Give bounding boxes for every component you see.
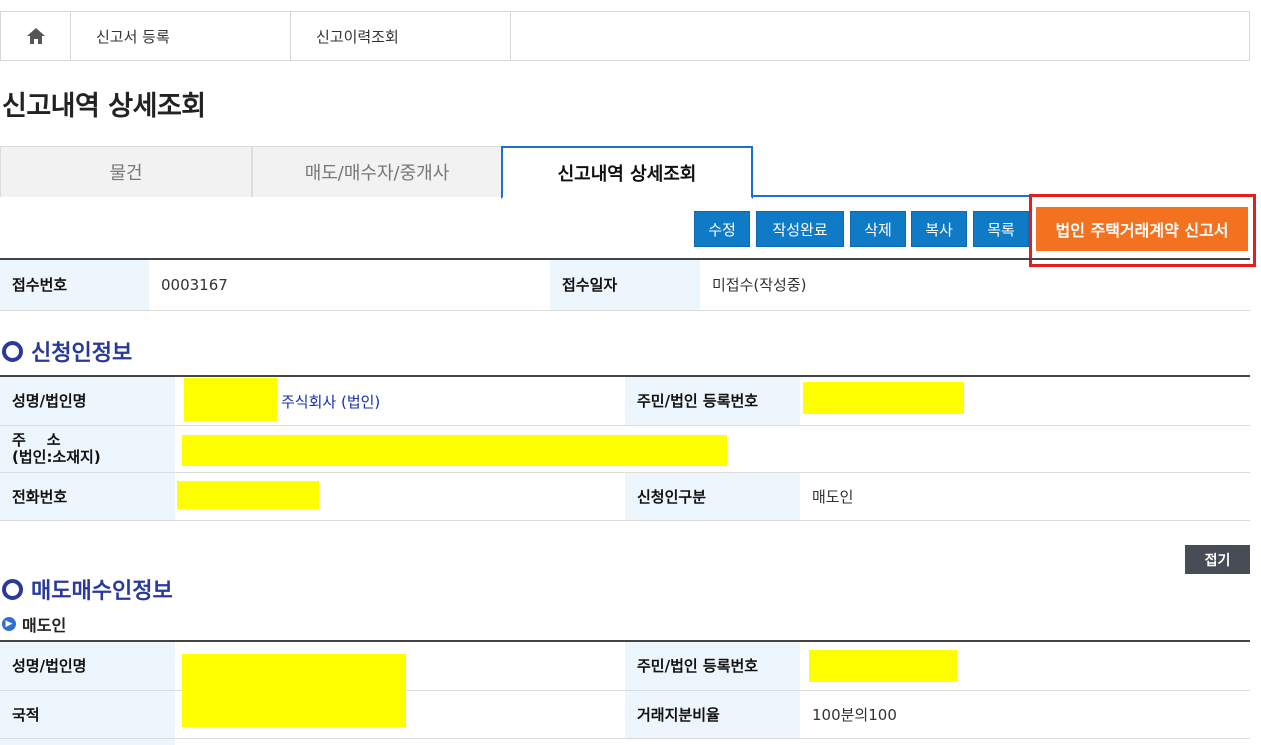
- addr-label-line1: 주 소: [12, 430, 61, 449]
- applicant-section-title: 신청인정보: [2, 335, 132, 367]
- delete-button[interactable]: 삭제: [850, 211, 906, 247]
- list-button[interactable]: 목록: [973, 211, 1029, 247]
- receipt-table: 접수번호 0003167 접수일자 미접수(작성중): [0, 258, 1250, 311]
- edit-button[interactable]: 수정: [694, 211, 750, 247]
- applicant-reg-label: 주민/법인 등록번호: [625, 375, 800, 426]
- tab-bar: 물건 매도/매수자/중개사 신고내역 상세조회: [0, 146, 1250, 199]
- seller-label: 매도인: [22, 616, 67, 635]
- complete-button[interactable]: 작성완료: [756, 211, 844, 247]
- nav-report-history[interactable]: 신고이력조회: [291, 12, 511, 60]
- receipt-number-label: 접수번호: [0, 258, 149, 311]
- trade-title: 매도매수인정보: [31, 579, 173, 604]
- seller-next-value: [175, 738, 1250, 745]
- seller-nation-label: 국적: [0, 690, 175, 739]
- seller-ratio-label: 거래지분비율: [625, 690, 800, 739]
- tab-parties[interactable]: 매도/매수자/중개사: [252, 146, 502, 197]
- seller-ratio-value: 100분의100: [800, 690, 1250, 739]
- receipt-date-label: 접수일자: [550, 258, 700, 311]
- arrow-bullet-icon: ▶: [2, 617, 16, 631]
- fold-button[interactable]: 접기: [1185, 545, 1250, 574]
- applicant-type-value: 매도인: [800, 472, 1250, 521]
- addr-label-line2: (법인:소재지): [12, 447, 101, 466]
- redacted-block: [182, 435, 727, 466]
- trade-section-title: 매도매수인정보: [2, 573, 173, 605]
- applicant-name-label: 성명/법인명: [0, 375, 175, 426]
- applicant-addr-label: 주 소 (법인:소재지): [0, 425, 175, 473]
- copy-button[interactable]: 복사: [911, 211, 967, 247]
- ring-icon: [2, 340, 23, 362]
- home-button[interactable]: [1, 12, 71, 60]
- tab-report-detail[interactable]: 신고내역 상세조회: [501, 146, 753, 199]
- applicant-phone-label: 전화번호: [0, 472, 175, 521]
- seller-reg-label: 주민/법인 등록번호: [625, 640, 800, 691]
- redacted-block: [809, 650, 957, 682]
- receipt-date-value: 미접수(작성중): [700, 258, 1250, 311]
- seller-next-label: [0, 738, 175, 745]
- home-icon: [26, 28, 45, 44]
- seller-name-label: 성명/법인명: [0, 640, 175, 691]
- corp-name-suffix: 주식회사 (법인): [281, 393, 381, 411]
- tab-property[interactable]: 물건: [0, 146, 252, 197]
- page-title: 신고내역 상세조회: [2, 91, 206, 122]
- redacted-block: [803, 382, 964, 414]
- ring-icon: [2, 578, 23, 600]
- top-nav: 신고서 등록 신고이력조회: [0, 11, 1250, 61]
- nav-report-register[interactable]: 신고서 등록: [71, 12, 291, 60]
- receipt-number-value: 0003167: [149, 258, 550, 311]
- seller-sub-title: ▶ 매도인: [2, 612, 66, 636]
- applicant-title: 신청인정보: [31, 341, 133, 366]
- redacted-block: [177, 481, 319, 509]
- redacted-block: [184, 378, 277, 421]
- redacted-block: [182, 654, 406, 727]
- applicant-type-label: 신청인구분: [625, 472, 800, 521]
- highlight-box: [1029, 194, 1256, 267]
